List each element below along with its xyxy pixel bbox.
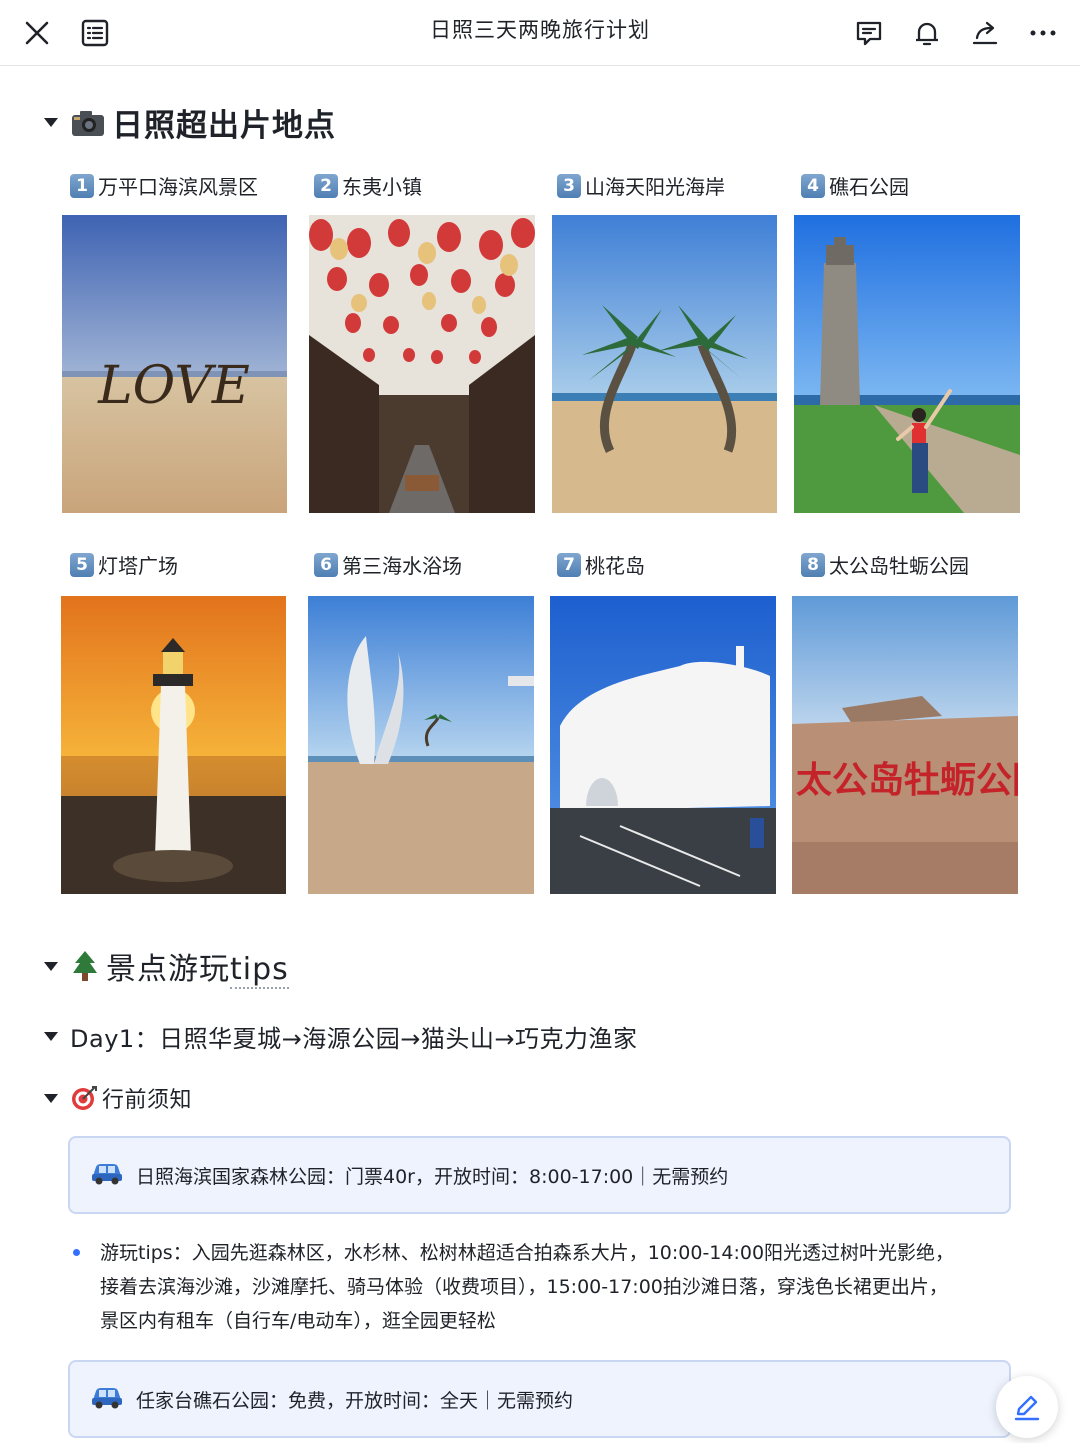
tips-paragraph: 游玩tips：入园先逛森林区，水杉林、松树林超适合拍森系大片，10:00-14:… (100, 1242, 955, 1332)
svg-text:太公岛牡蛎公园: 太公岛牡蛎公园 (796, 759, 1018, 801)
top-bar: 日照三天两晚旅行计划 (0, 0, 1080, 66)
outline-icon[interactable] (72, 10, 118, 56)
section-heading-photo-spots[interactable]: 日照超出片地点 (44, 100, 336, 145)
spot-label-8: 8 太公岛牡蛎公园 (801, 550, 969, 579)
car-icon (90, 1384, 124, 1415)
photo-dongyi-town[interactable] (309, 215, 535, 513)
collapse-caret-icon[interactable] (44, 961, 58, 971)
spot-label-1: 1 万平口海滨风景区 (70, 171, 258, 200)
bullet-dot (73, 1249, 80, 1256)
spot-label-7: 7 桃花岛 (557, 550, 645, 579)
spot-label-6: 6 第三海水浴场 (314, 550, 462, 579)
close-icon[interactable] (14, 10, 60, 56)
section-title: 景点游玩tips (106, 952, 289, 989)
callout-text: 任家台礁石公园：免费，开放时间：全天｜无需预约 (136, 1389, 574, 1412)
page-title: 日照三天两晚旅行计划 (430, 18, 650, 42)
section-title: 日照超出片地点 (112, 108, 336, 144)
photo-wanpingkou[interactable]: LOVE (62, 215, 287, 513)
car-icon (90, 1160, 124, 1191)
collapse-caret-icon[interactable] (44, 118, 58, 127)
svg-text:LOVE: LOVE (97, 356, 250, 416)
spot-label-2: 2 东夷小镇 (314, 171, 422, 200)
spot-label-5: 5 灯塔广场 (70, 550, 178, 579)
pencil-icon (1014, 1395, 1040, 1421)
photo-peach-island[interactable] (550, 596, 776, 894)
spot-label-3: 3 山海天阳光海岸 (557, 171, 725, 200)
tree-icon (70, 949, 100, 983)
photo-taigong-island[interactable]: 太公岛牡蛎公园 (792, 596, 1018, 894)
notice-heading[interactable]: 行前须知 (44, 1082, 192, 1114)
photo-shanhaitian[interactable] (552, 215, 777, 513)
collapse-caret-icon[interactable] (44, 1032, 58, 1041)
day1-title: Day1：日照华夏城→海源公园→猫头山→巧克力渔家 (70, 1025, 638, 1053)
section-heading-tips[interactable]: 景点游玩tips (44, 944, 289, 989)
edit-button[interactable] (996, 1376, 1058, 1438)
target-icon (70, 1084, 98, 1112)
share-icon[interactable] (962, 10, 1008, 56)
camera-icon (70, 108, 106, 138)
callout-text: 日照海滨国家森林公园：门票40r，开放时间：8:00-17:00｜无需预约 (136, 1165, 729, 1188)
photo-third-bathing-beach[interactable] (308, 596, 534, 894)
spot-label-4: 4 礁石公园 (801, 171, 909, 200)
photo-lighthouse-square[interactable] (61, 596, 286, 894)
day1-heading[interactable]: Day1：日照华夏城→海源公园→猫头山→巧克力渔家 (44, 1019, 638, 1054)
callout-reef-park: 任家台礁石公园：免费，开放时间：全天｜无需预约 (68, 1360, 1011, 1438)
more-icon[interactable] (1020, 10, 1066, 56)
photo-reef-park[interactable] (794, 215, 1020, 513)
callout-forest-park: 日照海滨国家森林公园：门票40r，开放时间：8:00-17:00｜无需预约 (68, 1136, 1011, 1214)
comment-icon[interactable] (846, 10, 892, 56)
notice-title: 行前须知 (102, 1088, 193, 1113)
collapse-caret-icon[interactable] (44, 1093, 58, 1103)
bell-icon[interactable] (904, 10, 950, 56)
